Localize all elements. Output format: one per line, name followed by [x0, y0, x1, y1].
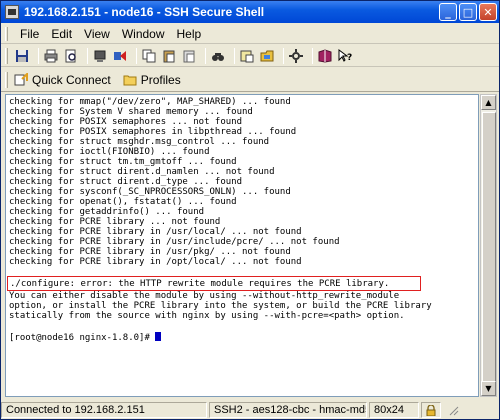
terminal-app-icon[interactable]	[5, 5, 19, 19]
scroll-thumb[interactable]	[482, 112, 496, 382]
profilebar-grip[interactable]	[5, 71, 8, 88]
terminal-line: statically from the source with nginx by…	[9, 311, 405, 321]
minimize-button[interactable]: _	[439, 3, 457, 21]
maximize-button[interactable]: □	[459, 3, 477, 21]
copy-icon[interactable]	[141, 48, 157, 64]
shell-prompt: [root@node16 nginx-1.8.0]#	[9, 333, 156, 343]
menu-view[interactable]: View	[78, 27, 116, 41]
status-connection: Connected to 192.168.2.151	[1, 402, 207, 418]
toolbar-separator	[283, 47, 284, 64]
close-button[interactable]: ✕	[479, 3, 497, 21]
find-icon[interactable]	[210, 48, 226, 64]
paste-special-icon[interactable]	[181, 48, 197, 64]
status-cipher: SSH2 - aes128-cbc - hmac-md5	[209, 402, 367, 418]
quick-connect-label: Quick Connect	[32, 72, 111, 87]
terminal-line: checking for POSIX semaphores in libpthr…	[9, 127, 297, 137]
error-highlight-box: ./configure: error: the HTTP rewrite mod…	[7, 276, 421, 291]
terminal-line: checking for PCRE library in /usr/local/…	[9, 227, 302, 237]
menu-edit[interactable]: Edit	[45, 27, 78, 41]
toolbar-separator	[234, 47, 235, 64]
toolbar: ?	[1, 45, 499, 67]
help-book-icon[interactable]	[317, 48, 333, 64]
menu-window[interactable]: Window	[116, 27, 171, 41]
toolbar-grip[interactable]	[5, 47, 8, 64]
profiles-button[interactable]: Profiles	[123, 73, 181, 87]
profiles-label: Profiles	[140, 72, 181, 87]
terminal-line: checking for struct tm.tm_gmtoff ... fou…	[9, 157, 237, 167]
terminal-line: checking for struct dirent.d_type ... fo…	[9, 177, 242, 187]
quick-connect-icon	[14, 71, 28, 87]
prompt-line: [root@node16 nginx-1.8.0]#	[9, 332, 475, 343]
print-preview-icon[interactable]	[63, 48, 79, 64]
resize-grip-icon[interactable]	[443, 402, 463, 418]
profile-bar: Quick Connect Profiles	[1, 68, 499, 92]
terminal-line: checking for PCRE library ... not found	[9, 217, 221, 227]
toolbar-separator	[38, 47, 39, 64]
text-cursor	[155, 332, 162, 341]
terminal-line: checking for mmap("/dev/zero", MAP_SHARE…	[9, 97, 291, 107]
print-icon[interactable]	[43, 48, 59, 64]
toolbar-separator	[136, 47, 137, 64]
terminal-line: checking for openat(), fstatat() ... fou…	[9, 197, 237, 207]
status-lock-icon	[421, 402, 441, 418]
window-title: 192.168.2.151 - node16 - SSH Secure Shel…	[24, 5, 265, 19]
terminal-line: You can either disable the module by usi…	[9, 291, 400, 301]
disconnect-icon[interactable]	[92, 48, 108, 64]
terminal-line: checking for struct msghdr.msg_control .…	[9, 137, 270, 147]
status-bar: Connected to 192.168.2.151 SSH2 - aes128…	[1, 400, 499, 420]
title-bar[interactable]: 192.168.2.151 - node16 - SSH Secure Shel…	[1, 1, 499, 23]
error-line: ./configure: error: the HTTP rewrite mod…	[10, 279, 390, 289]
vertical-scrollbar[interactable]: ▲ ▼	[480, 94, 497, 397]
menu-file[interactable]: File	[14, 27, 45, 41]
svg-text:?: ?	[347, 53, 352, 63]
new-file-transfer-icon[interactable]	[259, 48, 275, 64]
window-controls: _ □ ✕	[439, 3, 497, 21]
terminal-output[interactable]: checking for mmap("/dev/zero", MAP_SHARE…	[5, 94, 479, 397]
menu-help[interactable]: Help	[171, 27, 208, 41]
save-icon[interactable]	[14, 48, 30, 64]
paste-icon[interactable]	[161, 48, 177, 64]
quick-connect-button[interactable]: Quick Connect	[14, 71, 111, 87]
terminal-line: checking for struct dirent.d_namlen ... …	[9, 167, 275, 177]
terminal-line: checking for PCRE library in /usr/pkg/ .…	[9, 247, 291, 257]
folder-icon	[123, 73, 137, 87]
key-icon[interactable]	[288, 48, 304, 64]
toolbar-separator	[205, 47, 206, 64]
ssh-window: 192.168.2.151 - node16 - SSH Secure Shel…	[0, 0, 500, 420]
scroll-up-icon[interactable]: ▲	[481, 95, 496, 110]
terminal-line: checking for System V shared memory ... …	[9, 107, 253, 117]
status-size: 80x24	[369, 402, 419, 418]
toolbar-separator	[87, 47, 88, 64]
menubar-grip[interactable]	[5, 26, 8, 41]
terminal-line: checking for sysconf(_SC_NPROCESSORS_ONL…	[9, 187, 291, 197]
context-help-icon[interactable]: ?	[337, 48, 353, 64]
transfer-icon[interactable]	[112, 48, 128, 64]
menu-bar: File Edit View Window Help	[1, 24, 499, 44]
terminal-line: checking for PCRE library in /opt/local/…	[9, 257, 302, 267]
settings-icon[interactable]	[239, 48, 255, 64]
terminal-line: checking for getaddrinfo() ... found	[9, 207, 205, 217]
terminal-line: checking for POSIX semaphores ... not fo…	[9, 117, 242, 127]
scroll-down-icon[interactable]: ▼	[481, 381, 496, 396]
toolbar-separator	[312, 47, 313, 64]
terminal-line: option, or install the PCRE library into…	[9, 301, 432, 311]
terminal-line: checking for ioctl(FIONBIO) ... found	[9, 147, 210, 157]
terminal-line: checking for PCRE library in /usr/includ…	[9, 237, 340, 247]
